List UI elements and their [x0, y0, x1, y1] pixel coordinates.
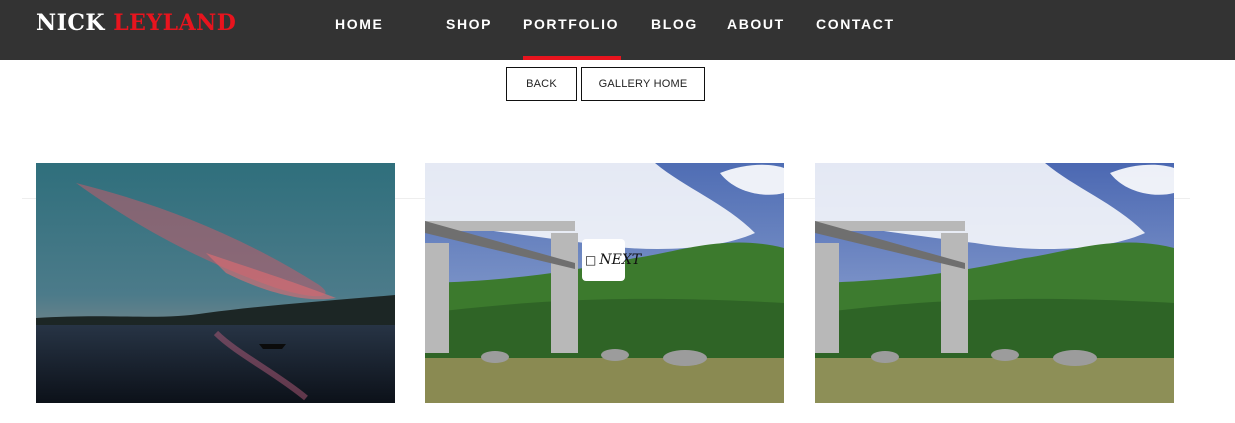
gallery-home-button[interactable]: GALLERY HOME — [581, 67, 705, 101]
tower-bridge-image — [815, 163, 1174, 403]
nav-portfolio[interactable]: PORTFOLIO — [523, 16, 619, 32]
next-button[interactable]: □ NEXT — [582, 239, 641, 281]
next-label: NEXT — [599, 252, 642, 268]
lake-sunset-image — [36, 163, 395, 403]
logo-last-name: LEYLAND — [113, 10, 237, 36]
tower-bridge-image — [425, 163, 784, 403]
nav-blog[interactable]: BLOG — [651, 16, 698, 32]
nav-about[interactable]: ABOUT — [727, 16, 785, 32]
gallery-photo-3[interactable] — [815, 163, 1174, 403]
nav-contact[interactable]: CONTACT — [816, 16, 895, 32]
nav-shop[interactable]: SHOP — [446, 16, 492, 32]
chevron-right-icon: □ — [585, 253, 597, 267]
back-button[interactable]: BACK — [506, 67, 577, 101]
active-nav-indicator — [523, 56, 621, 60]
nav-home[interactable]: HOME — [335, 16, 383, 32]
gallery-photo-1[interactable] — [36, 163, 395, 403]
gallery-photo-2[interactable] — [425, 163, 784, 403]
logo-first-name: NICK — [36, 10, 106, 36]
top-navigation-bar: NICK LEYLAND HOME SHOP PORTFOLIO BLOG AB… — [0, 0, 1235, 60]
site-logo[interactable]: NICK LEYLAND — [36, 10, 236, 36]
